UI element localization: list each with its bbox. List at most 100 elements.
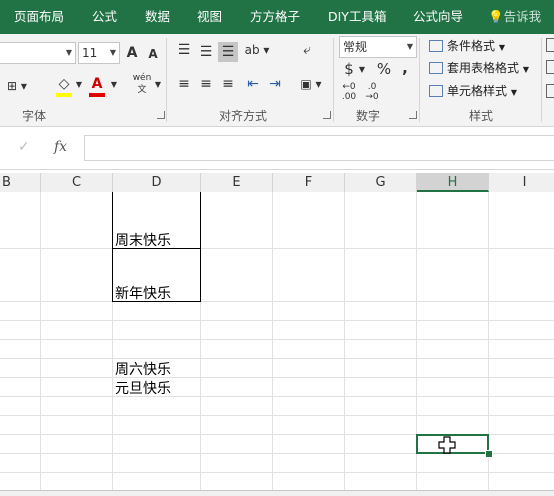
cell-d-text-2: 新年快乐 <box>115 286 171 302</box>
fill-color-icon[interactable]: ◇ <box>55 74 73 94</box>
column-header-h[interactable]: H <box>417 173 489 192</box>
column-header-f[interactable]: F <box>273 173 345 192</box>
chevron-down-icon: ▼ <box>510 88 517 97</box>
formula-input[interactable] <box>84 135 554 161</box>
tab-fangfang[interactable]: 方方格子 <box>250 0 300 34</box>
tab-page-layout[interactable]: 页面布局 <box>14 0 64 34</box>
phonetic-guide-icon[interactable]: wén 文 <box>131 72 153 95</box>
delete-cells-icon[interactable] <box>546 60 554 74</box>
styles-group-label: 样式 <box>469 109 494 123</box>
ribbon: ▼ 11 ▼ A A ⊞ ▾ ◇ ▼ A ▼ wén 文 ▼ 字体 ☰ ☰ ☰ ab… <box>0 34 554 127</box>
phonetic-label: wén <box>132 73 152 83</box>
comma-style-icon[interactable]: , <box>399 58 411 78</box>
align-middle-icon[interactable]: ☰ <box>196 42 216 62</box>
gridline <box>0 472 554 473</box>
column-header-i[interactable]: I <box>489 173 554 192</box>
gridline <box>0 320 554 321</box>
borders-icon[interactable]: ⊞ ▾ <box>2 76 32 96</box>
decrease-decimal-label: .0 <box>367 82 377 92</box>
font-name-select[interactable]: ▼ <box>0 42 76 64</box>
font-color-icon[interactable]: A <box>89 74 105 94</box>
column-header-b[interactable]: B <box>0 173 41 192</box>
column-header-g[interactable]: G <box>345 173 417 192</box>
conditional-formatting-label: 条件格式 <box>447 39 496 53</box>
gridline <box>0 301 554 302</box>
tab-formula-wizard[interactable]: 公式向导 <box>413 0 463 34</box>
number-group-label: 数字 <box>356 109 381 123</box>
alignment-dialog-launcher-icon[interactable] <box>323 111 331 119</box>
chevron-down-icon[interactable]: ▼ <box>357 60 367 80</box>
number-format-select[interactable]: 常规 ▼ <box>339 36 417 58</box>
decrease-indent-icon[interactable]: ⇤ <box>242 74 264 94</box>
wrap-text-icon[interactable]: ⤶ <box>296 40 318 60</box>
group-divider <box>419 38 420 122</box>
gridline <box>0 248 554 249</box>
grow-font-icon[interactable]: A <box>125 43 139 63</box>
gridline <box>0 377 554 378</box>
number-dialog-launcher-icon[interactable] <box>409 111 417 119</box>
font-size-select[interactable]: 11 ▼ <box>78 42 120 64</box>
cell-d-text-3: 周六快乐 <box>115 362 171 378</box>
align-top-icon[interactable]: ☰ <box>174 40 194 60</box>
font-dialog-launcher-icon[interactable] <box>157 111 165 119</box>
chevron-down-icon[interactable]: ▼ <box>74 75 84 95</box>
increase-indent-icon[interactable]: ⇥ <box>264 74 286 94</box>
horizontal-scrollbar[interactable] <box>0 490 554 496</box>
gridline <box>344 192 345 490</box>
format-cells-icon[interactable] <box>546 84 554 98</box>
ribbon-tab-bar: 页面布局 公式 数据 视图 方方格子 DIY工具箱 公式向导 💡告诉我 <box>0 0 554 34</box>
conditional-formatting-icon <box>429 40 443 52</box>
lightbulb-icon: 💡 <box>488 9 504 24</box>
currency-icon[interactable]: $ <box>342 59 356 79</box>
tell-me-label: 告诉我 <box>503 9 542 24</box>
align-center-icon[interactable]: ≡ <box>196 74 216 94</box>
chevron-down-icon: ▼ <box>109 48 116 57</box>
cell-styles-button[interactable]: 单元格样式 ▼ <box>429 81 517 101</box>
worksheet-grid[interactable]: 周末快乐 新年快乐 周六快乐 元旦快乐 <box>0 192 554 490</box>
group-divider <box>541 38 542 122</box>
fill-handle[interactable] <box>485 450 493 458</box>
merge-center-icon[interactable]: ▣ ▾ <box>296 74 326 94</box>
gridline <box>0 396 554 397</box>
column-header-e[interactable]: E <box>201 173 273 192</box>
insert-function-icon[interactable]: fx <box>54 139 67 155</box>
chevron-down-icon[interactable]: ▼ <box>153 75 163 95</box>
formula-bar-buttons: ✓ fx <box>0 135 80 161</box>
increase-decimal-icon[interactable]: ←0.00 <box>340 82 358 102</box>
group-divider <box>166 38 167 122</box>
column-header-row: B C D E F G H I <box>0 173 554 193</box>
font-size-value: 11 <box>82 46 98 60</box>
insert-cells-icon[interactable] <box>546 38 554 52</box>
shrink-font-icon[interactable]: A <box>146 44 160 64</box>
column-header-c[interactable]: C <box>41 173 113 192</box>
orientation-icon[interactable]: ab ▾ <box>244 40 270 60</box>
column-header-d[interactable]: D <box>113 173 201 192</box>
cell-select-cursor-icon <box>438 436 456 454</box>
number-format-value: 常规 <box>343 40 368 54</box>
tab-diy-toolbox[interactable]: DIY工具箱 <box>328 0 386 34</box>
align-bottom-icon[interactable]: ☰ <box>218 42 238 62</box>
fill-color-bar <box>56 93 72 97</box>
conditional-formatting-button[interactable]: 条件格式 ▼ <box>429 36 505 56</box>
tab-view[interactable]: 视图 <box>197 0 222 34</box>
align-right-icon[interactable]: ≡ <box>218 74 238 94</box>
align-left-icon[interactable]: ≡ <box>174 74 194 94</box>
tab-formulas[interactable]: 公式 <box>92 0 117 34</box>
tab-data[interactable]: 数据 <box>145 0 170 34</box>
gridline <box>0 339 554 340</box>
chevron-down-icon[interactable]: ▼ <box>109 75 119 95</box>
gridline <box>272 192 273 490</box>
alignment-group-label: 对齐方式 <box>219 109 268 123</box>
chevron-down-icon: ▼ <box>65 48 72 57</box>
format-as-table-button[interactable]: 套用表格格式 ▼ <box>429 58 529 78</box>
cell-styles-icon <box>429 85 443 97</box>
format-as-table-label: 套用表格格式 <box>447 61 520 75</box>
enter-check-icon[interactable]: ✓ <box>18 139 30 155</box>
cell-d-text-4: 元旦快乐 <box>115 381 171 397</box>
increase-decimal-label: .00 <box>341 92 357 102</box>
tell-me-search[interactable]: 💡告诉我 <box>488 0 541 34</box>
gridline <box>0 415 554 416</box>
decrease-decimal-icon[interactable]: .0 →0 <box>363 82 381 102</box>
font-color-bar <box>89 93 105 97</box>
percent-style-icon[interactable]: % <box>375 59 393 79</box>
